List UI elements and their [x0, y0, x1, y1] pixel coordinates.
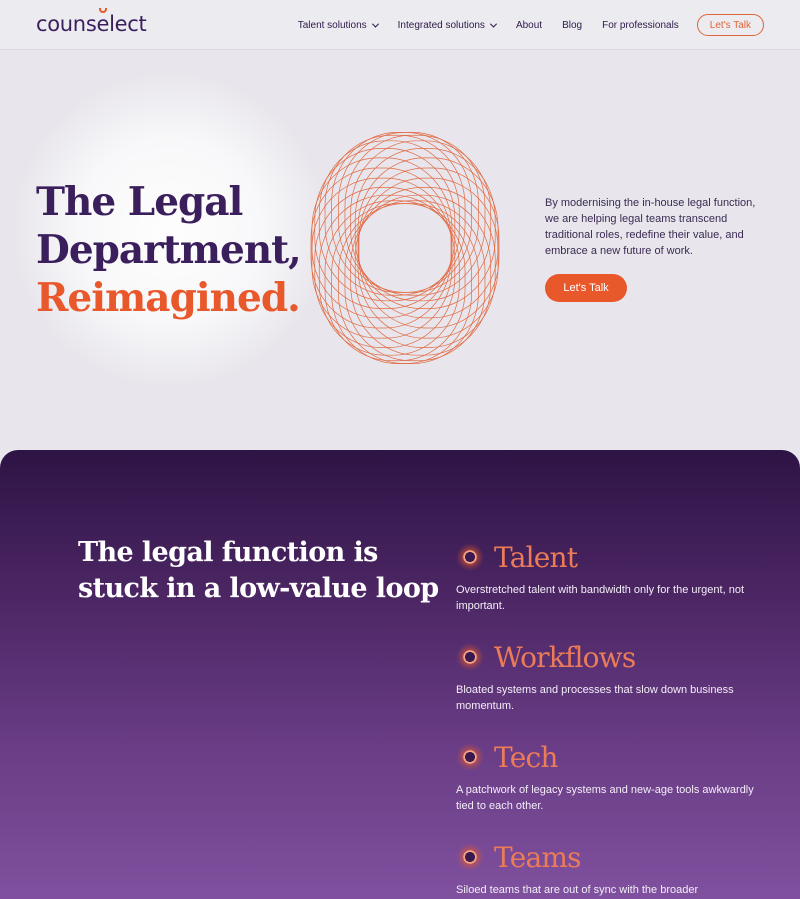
- ring-bullet-icon: [456, 543, 484, 571]
- loop-item-workflows: Workflows Bloated systems and processes …: [456, 640, 756, 714]
- ring-bullet-icon: [456, 743, 484, 771]
- spiro-loop: [318, 140, 460, 302]
- item-description: Siloed teams that are out of sync with t…: [456, 884, 699, 896]
- header-lets-talk-button[interactable]: Let's Talk: [696, 14, 764, 36]
- item-description: Bloated systems and processes that slow …: [456, 684, 734, 712]
- loop-item-tech: Tech A patchwork of legacy systems and n…: [456, 740, 756, 814]
- hero-title: The Legal Department, Reimagined.: [36, 178, 316, 322]
- chevron-down-icon: [489, 20, 497, 28]
- nav-about[interactable]: About: [516, 20, 542, 31]
- loop-item-teams: Teams Siloed teams that are out of sync …: [456, 840, 756, 898]
- spiro-loop: [350, 194, 492, 356]
- spirograph-graphic: [310, 132, 500, 364]
- ring-bullet-icon: [456, 643, 484, 671]
- item-description: Overstretched talent with bandwidth only…: [456, 584, 744, 612]
- nav-for-professionals[interactable]: For professionals: [602, 20, 679, 31]
- logo[interactable]: couns elect: [36, 8, 147, 36]
- site-header: couns elect Talent solutions Integrated s…: [0, 0, 800, 50]
- item-title: Talent: [494, 540, 578, 574]
- item-title: Teams: [494, 840, 581, 874]
- hero-lets-talk-button[interactable]: Let's Talk: [545, 274, 627, 302]
- nav-integrated-solutions[interactable]: Integrated solutions: [398, 20, 497, 31]
- item-description: A patchwork of legacy systems and new-ag…: [456, 784, 754, 812]
- hero-title-accent: Reimagined.: [36, 275, 301, 321]
- ring-bullet-icon: [456, 843, 484, 871]
- nav-talent-solutions[interactable]: Talent solutions: [298, 20, 379, 31]
- main-nav: Talent solutions Integrated solutions Ab…: [298, 0, 764, 50]
- section-title: The legal function is stuck in a low-val…: [78, 537, 439, 604]
- loop-item-talent: Talent Overstretched talent with bandwid…: [456, 540, 756, 614]
- spiro-loop: [318, 194, 460, 356]
- low-value-loop-section: The legal function is stuck in a low-val…: [0, 450, 800, 899]
- hero-description: By modernising the in-house legal functi…: [545, 197, 756, 257]
- nav-blog[interactable]: Blog: [562, 20, 582, 31]
- spiro-loop: [350, 140, 492, 302]
- item-title: Workflows: [494, 640, 636, 674]
- chevron-down-icon: [371, 20, 379, 28]
- item-title: Tech: [494, 740, 558, 774]
